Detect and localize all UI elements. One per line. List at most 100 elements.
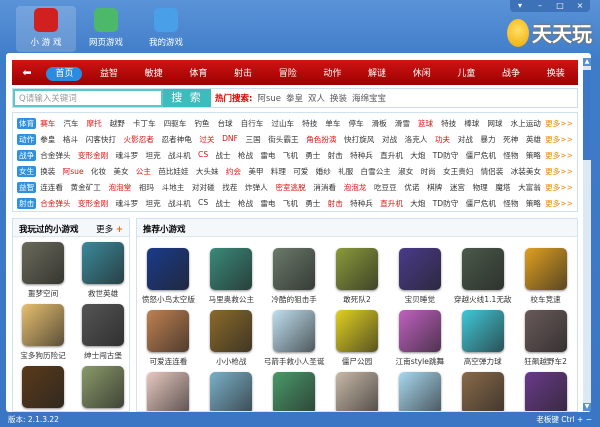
tag-link[interactable]: 策略 bbox=[526, 150, 541, 161]
tag-link[interactable]: 合金弹头 bbox=[40, 150, 70, 161]
tag-link[interactable]: 棋牌 bbox=[427, 182, 442, 193]
game-name[interactable]: 马里奥救公主 bbox=[208, 294, 254, 304]
tag-link[interactable]: 拳皇 bbox=[40, 134, 55, 145]
tag-link[interactable]: 停车 bbox=[348, 118, 363, 129]
nav-tab[interactable]: 首页 bbox=[42, 66, 87, 81]
game-thumbnail-icon[interactable] bbox=[22, 366, 64, 408]
game-item[interactable] bbox=[73, 366, 129, 411]
tag-link[interactable]: 约会 bbox=[226, 166, 241, 177]
game-thumbnail-icon[interactable] bbox=[273, 372, 316, 411]
game-name[interactable]: 小小枪战 bbox=[216, 356, 246, 366]
tag-link[interactable]: 化妆 bbox=[91, 166, 106, 177]
tag-link[interactable]: 阿sue bbox=[63, 166, 84, 177]
tag-link[interactable]: 战士 bbox=[215, 150, 230, 161]
hot-search-link[interactable]: 换装 bbox=[330, 92, 347, 104]
scroll-up-icon[interactable]: ▲ bbox=[583, 58, 591, 66]
topnav-webpage[interactable]: 网页游戏 bbox=[76, 6, 136, 52]
tag-link[interactable]: 大炮 bbox=[410, 150, 425, 161]
tag-link[interactable]: 三国 bbox=[246, 134, 261, 145]
tag-link[interactable]: 时尚 bbox=[421, 166, 436, 177]
game-thumbnail-icon[interactable] bbox=[147, 310, 190, 352]
tag-link[interactable]: 直升机 bbox=[380, 198, 403, 209]
tag-link[interactable]: 大富翁 bbox=[518, 182, 541, 193]
game-item[interactable]: 马里奥救公主 bbox=[201, 248, 261, 304]
game-thumbnail-icon[interactable] bbox=[82, 304, 124, 346]
tag-link[interactable]: 炸弹人 bbox=[245, 182, 268, 193]
game-item[interactable]: 校车竞速 bbox=[516, 248, 576, 304]
game-name[interactable]: 僵尸公园 bbox=[342, 356, 372, 366]
tag-link[interactable]: 情侣装 bbox=[481, 166, 504, 177]
tag-link[interactable]: 勇士 bbox=[305, 198, 320, 209]
tag-link[interactable]: 雷电 bbox=[260, 198, 275, 209]
more-link[interactable]: 更多>> bbox=[545, 150, 573, 161]
tag-link[interactable]: 怪物 bbox=[503, 150, 518, 161]
back-arrow-icon[interactable]: ⬅ bbox=[12, 66, 42, 79]
tag-link[interactable]: 台球 bbox=[217, 118, 232, 129]
game-thumbnail-icon[interactable] bbox=[461, 310, 504, 352]
tag-link[interactable]: 僵尸危机 bbox=[466, 198, 496, 209]
tag-link[interactable]: CS bbox=[198, 198, 208, 209]
topnav-user-game[interactable]: 我的游戏 bbox=[136, 6, 196, 52]
game-item[interactable] bbox=[516, 372, 576, 411]
scrollbar[interactable]: ▲ ▼ bbox=[583, 58, 591, 411]
category-label[interactable]: 女生 bbox=[17, 165, 37, 177]
game-item[interactable]: 小小枪战 bbox=[201, 310, 261, 366]
tag-link[interactable]: CS bbox=[198, 150, 208, 161]
tag-link[interactable]: 大头妹 bbox=[196, 166, 219, 177]
tag-link[interactable]: 枪战 bbox=[238, 198, 253, 209]
tag-link[interactable]: 黄金矿工 bbox=[71, 182, 101, 193]
game-thumbnail-icon[interactable] bbox=[147, 372, 190, 411]
game-thumbnail-icon[interactable] bbox=[210, 248, 253, 290]
more-link[interactable]: 更多>> bbox=[545, 198, 573, 209]
tag-link[interactable]: 特种兵 bbox=[350, 150, 373, 161]
game-thumbnail-icon[interactable] bbox=[82, 242, 124, 284]
game-thumbnail-icon[interactable] bbox=[398, 372, 441, 411]
game-item[interactable] bbox=[264, 372, 324, 411]
tag-link[interactable]: 战斗机 bbox=[168, 198, 191, 209]
tag-link[interactable]: 街头霸王 bbox=[268, 134, 298, 145]
tag-link[interactable]: 特技 bbox=[441, 118, 456, 129]
more-link[interactable]: 更多>> bbox=[545, 118, 573, 129]
game-name[interactable]: 冷酷的狙击手 bbox=[271, 294, 317, 304]
tag-link[interactable]: 特技 bbox=[302, 118, 317, 129]
category-label[interactable]: 射击 bbox=[17, 197, 37, 209]
tag-link[interactable]: 卡丁车 bbox=[133, 118, 156, 129]
tag-link[interactable]: 闪客快打 bbox=[86, 134, 116, 145]
more-played-link[interactable]: 更多 + bbox=[96, 223, 123, 235]
nav-tab[interactable]: 敏捷 bbox=[131, 66, 176, 79]
tag-link[interactable]: 过山车 bbox=[271, 118, 294, 129]
game-thumbnail-icon[interactable] bbox=[335, 372, 378, 411]
nav-tab[interactable]: 解谜 bbox=[355, 66, 400, 79]
game-name[interactable]: 弓箭手救小人圣诞 bbox=[264, 356, 325, 366]
hot-search-link[interactable]: 拳皇 bbox=[286, 92, 303, 104]
game-item[interactable]: 高空弹力球 bbox=[453, 310, 513, 366]
tag-link[interactable]: 网球 bbox=[487, 118, 502, 129]
game-thumbnail-icon[interactable] bbox=[210, 372, 253, 411]
nav-tab[interactable]: 冒险 bbox=[265, 66, 310, 79]
tag-link[interactable]: 吃豆豆 bbox=[374, 182, 397, 193]
tag-link[interactable]: 飞机 bbox=[283, 198, 298, 209]
scroll-thumb[interactable] bbox=[583, 70, 591, 160]
tag-link[interactable]: 坦克 bbox=[146, 198, 161, 209]
tag-link[interactable]: 过关 bbox=[199, 134, 214, 145]
tag-link[interactable]: 火影忍者 bbox=[124, 134, 154, 145]
tag-link[interactable]: 公主 bbox=[136, 166, 151, 177]
tag-link[interactable]: 单车 bbox=[325, 118, 340, 129]
tag-link[interactable]: 连连看 bbox=[40, 182, 63, 193]
tag-link[interactable]: 变形金刚 bbox=[78, 198, 108, 209]
scroll-down-icon[interactable]: ▼ bbox=[583, 403, 591, 411]
game-item[interactable]: 愤怒小鸟太空版 bbox=[138, 248, 198, 304]
hot-search-link[interactable]: 双人 bbox=[308, 92, 325, 104]
game-thumbnail-icon[interactable] bbox=[22, 304, 64, 346]
tag-link[interactable]: 婚纱 bbox=[316, 166, 331, 177]
tag-link[interactable]: 美女 bbox=[113, 166, 128, 177]
tag-link[interactable]: 滑板 bbox=[372, 118, 387, 129]
tag-link[interactable]: 快打旋风 bbox=[344, 134, 374, 145]
game-item[interactable]: 僵尸公园 bbox=[327, 310, 387, 366]
game-thumbnail-icon[interactable] bbox=[273, 310, 316, 352]
tag-link[interactable]: 枪战 bbox=[238, 150, 253, 161]
game-thumbnail-icon[interactable] bbox=[147, 248, 190, 290]
game-item[interactable] bbox=[138, 372, 198, 411]
tag-link[interactable]: 摩托 bbox=[87, 118, 102, 129]
tag-link[interactable]: 策略 bbox=[526, 198, 541, 209]
